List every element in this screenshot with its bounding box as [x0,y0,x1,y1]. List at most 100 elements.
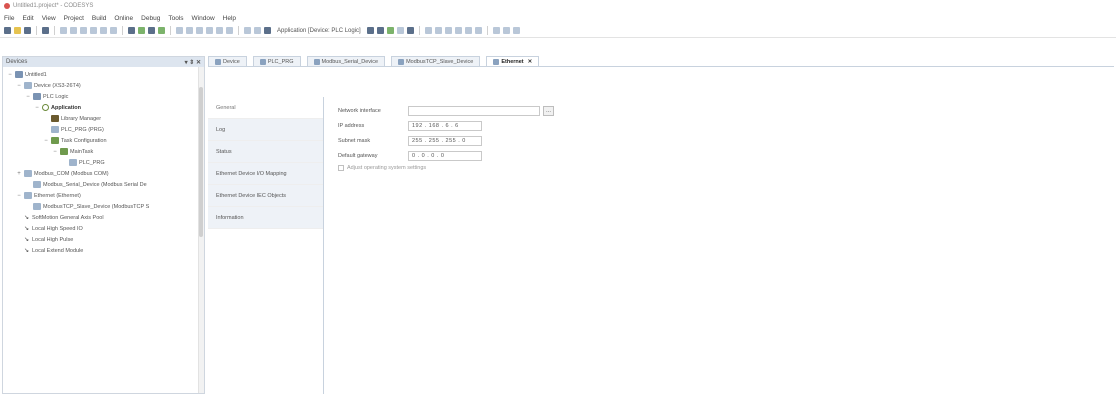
run-to-cursor-icon[interactable] [454,27,462,34]
adjust-os-settings-checkbox[interactable] [338,165,344,171]
document-icon [215,58,221,65]
bookmark-icon[interactable] [148,27,155,34]
menu-view[interactable]: View [42,15,56,22]
tree-item[interactable]: PLC_PRG (PRG) [3,124,204,135]
tree-item[interactable]: Library Manager [3,113,204,124]
check-icon[interactable] [216,27,223,34]
login-icon[interactable] [366,27,374,34]
watch-icon[interactable] [254,27,261,34]
write-values-icon[interactable] [492,27,500,34]
tab-modbustcp-slave-device[interactable]: ModbusTCP_Slave_Device [391,56,481,66]
menu-build[interactable]: Build [92,15,106,22]
tab-label: ModbusTCP_Slave_Device [406,58,474,65]
rebuild-icon[interactable] [186,27,193,34]
tree-item[interactable]: Modbus_Serial_Device (Modbus Serial De [3,179,204,190]
tree-item[interactable]: − MainTask [3,146,204,157]
tab-device[interactable]: Device [208,56,247,66]
tree-item[interactable]: ModbusTCP_Slave_Device (ModbusTCP S [3,201,204,212]
start-icon[interactable] [386,27,394,34]
breakpoint-icon[interactable] [244,27,251,34]
reset-icon[interactable] [406,27,414,34]
tree-item[interactable]: ↘ SoftMotion General Axis Pool [3,212,204,223]
active-application-label[interactable]: Application [Device: PLC Logic] [277,28,361,34]
step-out-icon[interactable] [444,27,452,34]
save-icon[interactable] [24,27,31,34]
compile-icon[interactable] [226,27,233,34]
editor-tab-ethernet-device-i-o-mapping[interactable]: Ethernet Device I/O Mapping [208,163,323,185]
task-icon [60,148,68,155]
show-next-statement-icon[interactable] [474,27,482,34]
tree-expander-icon[interactable]: − [52,149,58,155]
replace-icon[interactable] [138,27,145,34]
tree-expander-icon[interactable]: − [43,138,49,144]
print-icon[interactable] [42,27,49,34]
close-icon[interactable]: ✕ [528,59,533,65]
device-icon [33,181,41,188]
menu-edit[interactable]: Edit [22,15,33,22]
copy-icon[interactable] [90,27,97,34]
tree-expander-icon[interactable]: − [16,193,22,199]
editor-tab-general[interactable]: General [208,97,323,119]
editor-tab-ethernet-device-iec-objects[interactable]: Ethernet Device IEC Objects [208,185,323,207]
logout-icon[interactable] [376,27,384,34]
step-over-icon[interactable] [424,27,432,34]
menu-tools[interactable]: Tools [168,15,183,22]
stop-icon[interactable] [396,27,404,34]
menu-window[interactable]: Window [192,15,215,22]
set-next-statement-icon[interactable] [464,27,472,34]
tree-item[interactable]: − Task Configuration [3,135,204,146]
tree-item[interactable]: + Modbus_COM (Modbus COM) [3,168,204,179]
tree-item[interactable]: − PLC Logic [3,91,204,102]
open-project-icon[interactable] [14,27,21,34]
tree-expander-icon[interactable]: + [16,171,22,177]
device-tree-scrollbar[interactable] [198,67,204,393]
tab-modbus-serial-device[interactable]: Modbus_Serial_Device [306,56,386,66]
undo-icon[interactable] [60,27,67,34]
tree-item[interactable]: PLC_PRG [3,157,204,168]
tree-item-label: Ethernet (Ethernet) [34,192,81,199]
build-icon[interactable] [176,27,183,34]
clean-icon[interactable] [206,27,213,34]
default-gateway-field[interactable]: 0 . 0 . 0 . 0 [408,151,482,161]
tab-plc-prg[interactable]: PLC_PRG [252,56,301,66]
editor-tab-information[interactable]: Information [208,207,323,229]
default-gateway-label: Default gateway [338,153,378,159]
redo-icon[interactable] [70,27,77,34]
delete-icon[interactable] [110,27,117,34]
ip-address-field[interactable]: 192 . 168 . 6 . 6 [408,121,482,131]
menu-file[interactable]: File [4,15,14,22]
devices-panel-controls[interactable]: ▾ ⇕ ✕ [185,59,201,66]
tree-item[interactable]: ↘ Local High Pulse [3,234,204,245]
tree-expander-icon[interactable]: − [7,72,13,78]
tree-item[interactable]: − Device (XS3-26T4) [3,80,204,91]
menu-online[interactable]: Online [114,15,133,22]
find-icon[interactable] [128,27,135,34]
paste-icon[interactable] [100,27,107,34]
editor-tab-status[interactable]: Status [208,141,323,163]
network-interface-field[interactable] [408,106,540,116]
tree-item[interactable]: − Application [3,102,204,113]
editor-side-tabs: General Log Status Ethernet Device I/O Mapp… [208,97,324,394]
menu-project[interactable]: Project [64,15,84,22]
editor-tab-log[interactable]: Log [208,119,323,141]
tab-ethernet[interactable]: Ethernet ✕ [486,56,540,66]
step-into-icon[interactable] [434,27,442,34]
select-all-icon[interactable] [158,27,165,34]
menu-debug[interactable]: Debug [141,15,160,22]
tree-expander-icon[interactable]: − [25,94,31,100]
tree-item[interactable]: ↘ Local Extend Module [3,245,204,256]
tree-expander-icon[interactable]: − [16,83,22,89]
force-values-icon[interactable] [502,27,510,34]
browse-network-interface-button[interactable]: ... [543,106,554,116]
tree-item[interactable]: − Untitled1 [3,69,204,80]
tree-item[interactable]: ↘ Local High Speed IO [3,223,204,234]
new-project-icon[interactable] [4,27,11,34]
subnet-mask-field[interactable]: 255 . 255 . 255 . 0 [408,136,482,146]
tree-item[interactable]: − Ethernet (Ethernet) [3,190,204,201]
cut-icon[interactable] [80,27,87,34]
unforce-values-icon[interactable] [512,27,520,34]
scrollbar-thumb[interactable] [199,87,203,237]
menu-help[interactable]: Help [223,15,236,22]
tree-expander-icon[interactable]: − [34,105,40,111]
generate-code-icon[interactable] [196,27,203,34]
